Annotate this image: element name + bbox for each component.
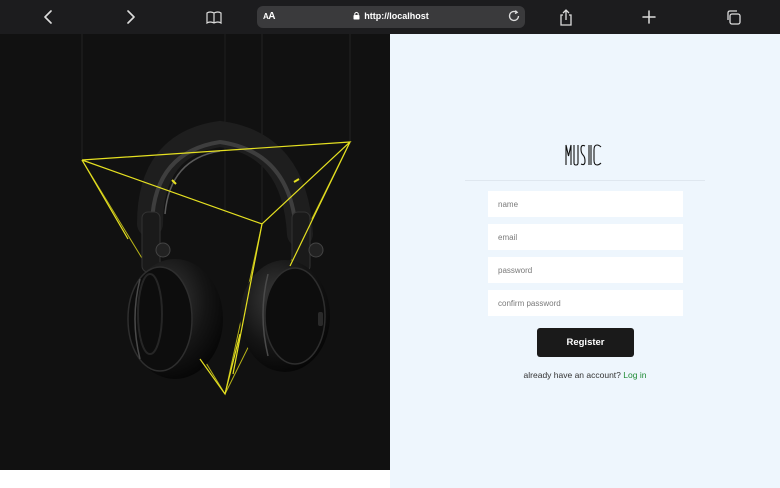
password-field[interactable] [488, 257, 683, 283]
book-icon[interactable] [203, 6, 225, 28]
chevron-left-icon[interactable] [37, 6, 59, 28]
login-link[interactable]: Log in [623, 370, 646, 380]
tabs-icon[interactable] [722, 6, 744, 28]
hero-image [0, 34, 390, 470]
music-logo [565, 144, 602, 166]
headphones-illustration [81, 34, 352, 396]
chevron-right-icon[interactable] [120, 6, 142, 28]
reload-icon[interactable] [507, 9, 521, 28]
email-field[interactable] [488, 224, 683, 250]
signin-prompt: already have an account? Log in [390, 370, 780, 380]
url-text: http://localhost [364, 11, 429, 21]
signin-prompt-text: already have an account? [523, 370, 621, 380]
browser-toolbar: AA http://localhost [0, 0, 780, 34]
address-bar[interactable]: AA http://localhost [257, 6, 525, 28]
register-button[interactable]: Register [537, 328, 634, 357]
url-display: http://localhost [257, 11, 525, 21]
share-icon[interactable] [555, 6, 577, 28]
name-field[interactable] [488, 191, 683, 217]
confirm-password-field[interactable] [488, 290, 683, 316]
plus-icon[interactable] [638, 6, 660, 28]
register-panel: Register already have an account? Log in [390, 34, 780, 488]
lock-icon [353, 11, 360, 20]
logo-divider [465, 180, 705, 181]
